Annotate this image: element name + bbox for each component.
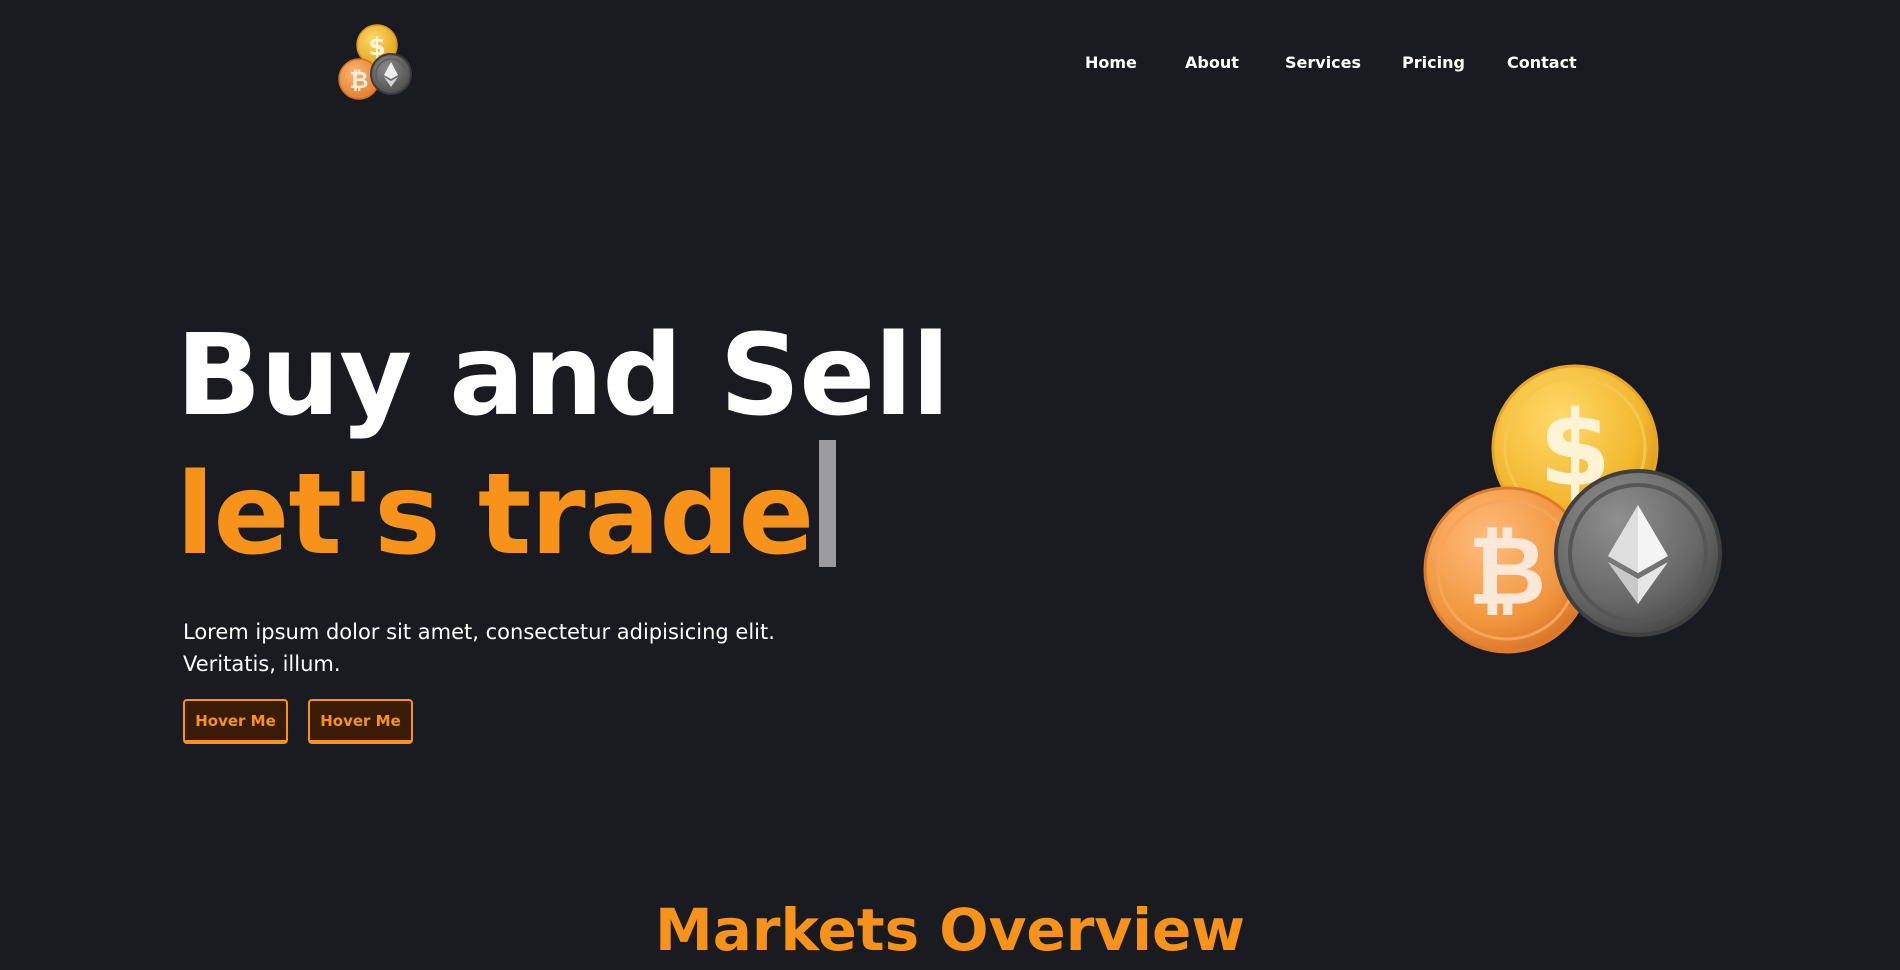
nav-contact[interactable]: Contact (1507, 52, 1577, 74)
hover-me-button-1[interactable]: Hover Me (183, 699, 288, 744)
logo[interactable]: $ ₿ (334, 24, 418, 104)
hero-description: Lorem ipsum dolor sit amet, consectetur … (183, 620, 775, 676)
typing-cursor (819, 440, 837, 567)
hero-title-line1: Buy and Sell (176, 311, 950, 441)
nav-pricing[interactable]: Pricing (1402, 52, 1465, 74)
hover-me-button-2[interactable]: Hover Me (308, 699, 413, 744)
markets-overview-title: Markets Overview (655, 896, 1245, 964)
hero-title-line2-text: let's trade (176, 450, 814, 580)
hero-title: Buy and Sell let's trade (176, 311, 950, 579)
nav-services[interactable]: Services (1285, 52, 1361, 74)
svg-text:₿: ₿ (1468, 515, 1546, 627)
nav-about[interactable]: About (1185, 52, 1239, 74)
crypto-coins-illustration: $ ₿ (1420, 364, 1726, 658)
svg-text:₿: ₿ (350, 68, 369, 94)
hero-title-line2: let's trade (176, 440, 949, 579)
nav-home[interactable]: Home (1085, 52, 1137, 74)
crypto-coins-icon: $ ₿ (338, 24, 412, 100)
crypto-coins-illustration-icon: $ ₿ (1423, 364, 1722, 654)
